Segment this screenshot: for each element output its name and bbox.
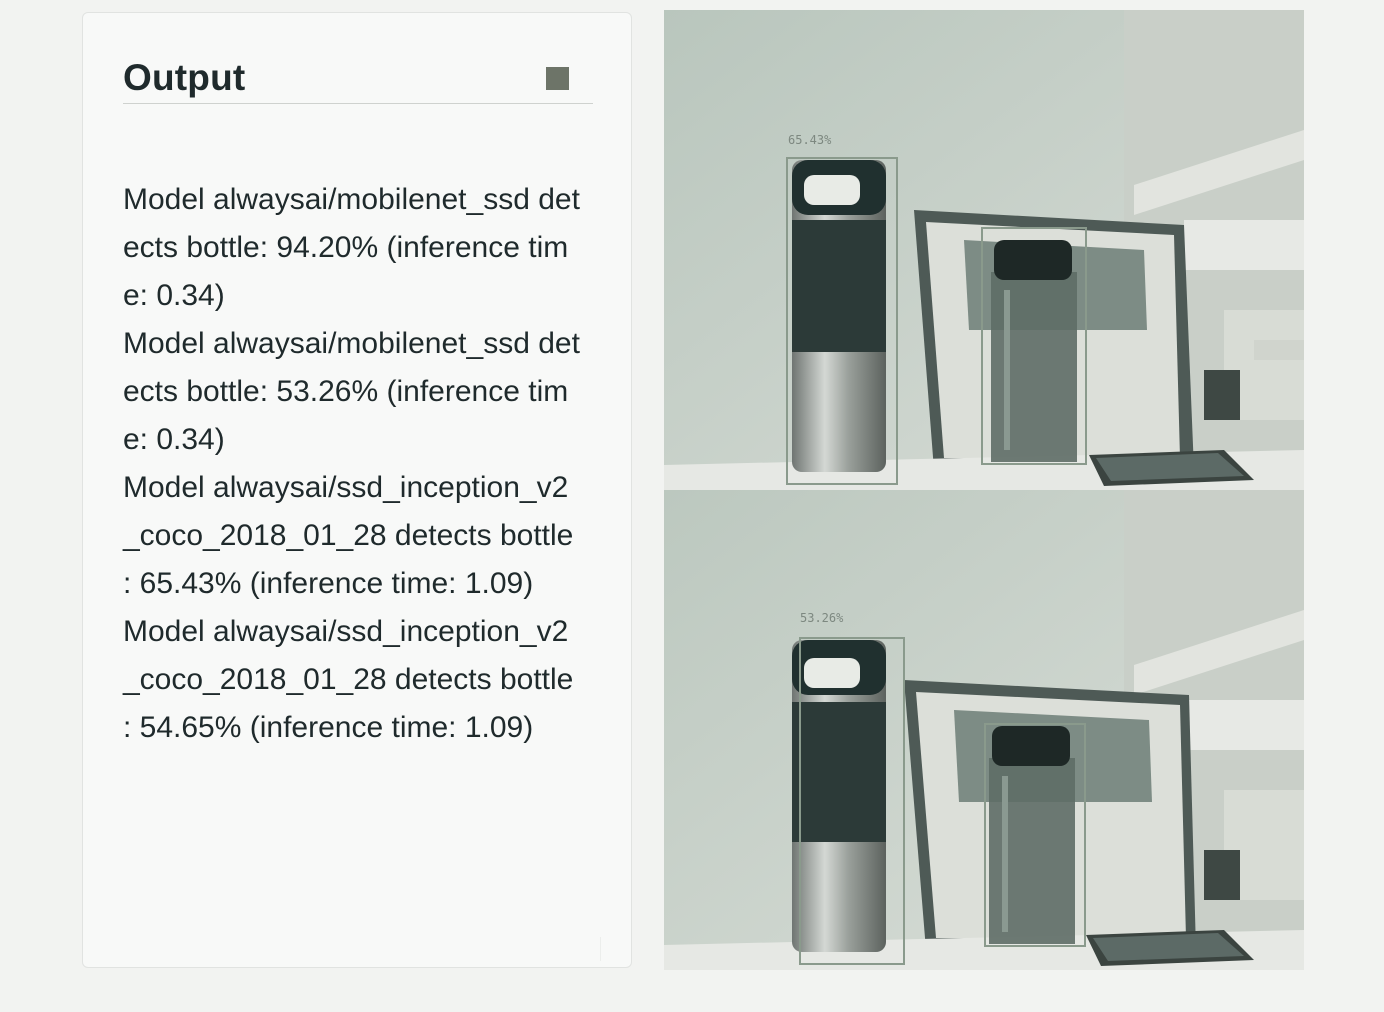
camera-stream: 65.43% 53.26% [664,10,1304,970]
log-line: Model alwaysai/mobilenet_ssd detects bot… [123,327,580,456]
output-panel: Output Model alwaysai/mobilenet_ssd dete… [82,12,632,968]
camera-frame-top: 65.43% [664,10,1304,490]
output-panel-header: Output [123,57,593,104]
detection-label: 53.26% [800,611,844,625]
log-line: Model alwaysai/ssd_inception_v2_coco_201… [123,471,574,600]
camera-frame-image: 65.43% [664,10,1304,490]
camera-frame-image: 53.26% [664,490,1304,970]
detection-label: 65.43% [788,133,832,147]
log-line: Model alwaysai/mobilenet_ssd detects bot… [123,183,580,312]
output-log: Model alwaysai/mobilenet_ssd detects bot… [123,176,583,752]
output-title: Output [123,57,246,98]
log-line: Model alwaysai/ssd_inception_v2_coco_201… [123,615,574,744]
stop-square-icon[interactable] [546,67,569,90]
resize-handle [596,937,601,961]
camera-frame-bottom: 53.26% [664,490,1304,970]
